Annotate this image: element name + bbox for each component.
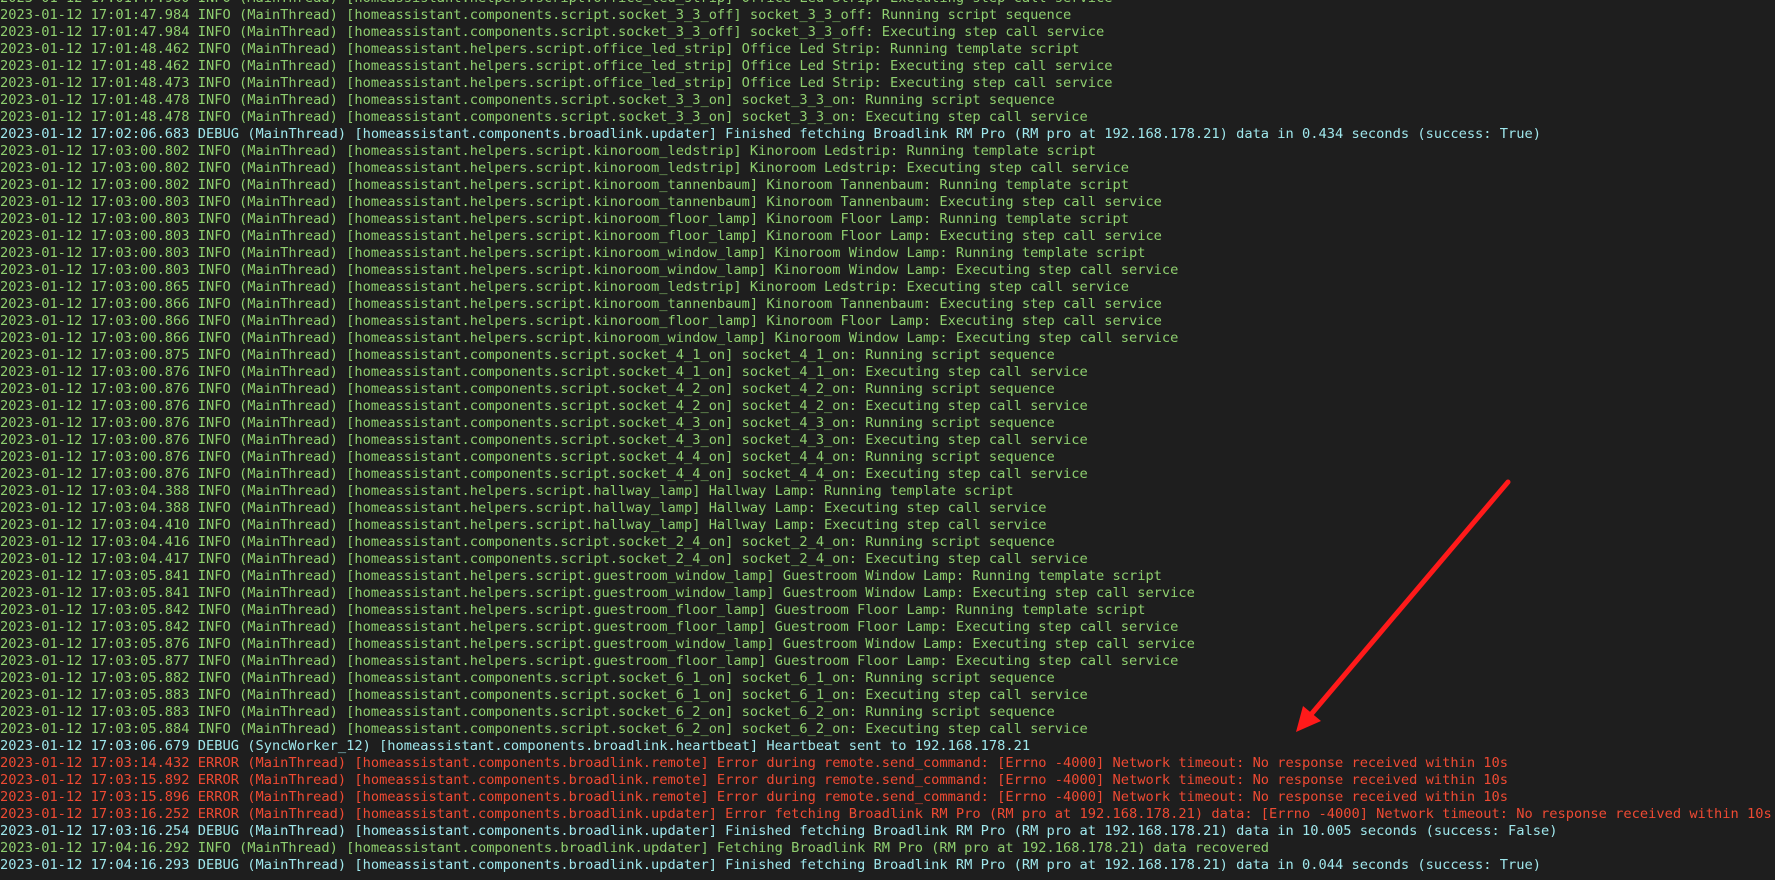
log-line: 2023-01-12 17:03:00.876 INFO (MainThread… <box>0 449 1055 465</box>
log-line: 2023-01-12 17:03:05.877 INFO (MainThread… <box>0 653 1179 669</box>
log-line: 2023-01-12 17:03:05.883 INFO (MainThread… <box>0 704 1055 720</box>
log-line: 2023-01-12 17:03:04.388 INFO (MainThread… <box>0 483 1014 499</box>
log-line: 2023-01-12 17:03:16.252 ERROR (MainThrea… <box>0 806 1772 822</box>
log-line: 2023-01-12 17:01:47.984 INFO (MainThread… <box>0 7 1072 23</box>
log-line: 2023-01-12 17:03:05.841 INFO (MainThread… <box>0 585 1195 601</box>
log-line: 2023-01-12 17:01:48.473 INFO (MainThread… <box>0 75 1113 91</box>
log-line: 2023-01-12 17:03:04.410 INFO (MainThread… <box>0 517 1047 533</box>
log-line: 2023-01-12 17:03:00.803 INFO (MainThread… <box>0 245 1146 261</box>
log-line: 2023-01-12 17:03:06.679 DEBUG (SyncWorke… <box>0 738 1031 754</box>
log-line: 2023-01-12 17:03:15.896 ERROR (MainThrea… <box>0 789 1509 805</box>
log-line: 2023-01-12 17:03:00.876 INFO (MainThread… <box>0 415 1055 431</box>
log-line: 2023-01-12 17:01:48.462 INFO (MainThread… <box>0 58 1113 74</box>
log-line: 2023-01-12 17:03:00.803 INFO (MainThread… <box>0 194 1162 210</box>
log-line: 2023-01-12 17:03:04.416 INFO (MainThread… <box>0 534 1055 550</box>
log-line: 2023-01-12 17:01:48.462 INFO (MainThread… <box>0 41 1080 57</box>
log-line: 2023-01-12 17:03:00.803 INFO (MainThread… <box>0 211 1129 227</box>
log-line: 2023-01-12 17:03:00.802 INFO (MainThread… <box>0 160 1129 176</box>
log-line: 2023-01-12 17:03:05.841 INFO (MainThread… <box>0 568 1162 584</box>
log-line: 2023-01-12 17:04:16.293 DEBUG (MainThrea… <box>0 857 1541 873</box>
log-line: 2023-01-12 17:03:00.865 INFO (MainThread… <box>0 279 1129 295</box>
log-line: 2023-01-12 17:03:00.866 INFO (MainThread… <box>0 313 1162 329</box>
log-line: 2023-01-12 17:03:00.875 INFO (MainThread… <box>0 347 1055 363</box>
log-output: 2023-01-12 17:01:47.980 INFO (MainThread… <box>0 0 1772 874</box>
log-line: 2023-01-12 17:03:00.802 INFO (MainThread… <box>0 177 1129 193</box>
log-line: 2023-01-12 17:01:48.478 INFO (MainThread… <box>0 109 1088 125</box>
log-line: 2023-01-12 17:03:00.876 INFO (MainThread… <box>0 398 1088 414</box>
log-line: 2023-01-12 17:01:47.980 INFO (MainThread… <box>0 0 1772 7</box>
log-line: 2023-01-12 17:03:05.883 INFO (MainThread… <box>0 687 1088 703</box>
log-line: 2023-01-12 17:01:47.984 INFO (MainThread… <box>0 24 1105 40</box>
log-line: 2023-01-12 17:02:06.683 DEBUG (MainThrea… <box>0 126 1541 142</box>
log-line: 2023-01-12 17:03:05.884 INFO (MainThread… <box>0 721 1088 737</box>
log-line: 2023-01-12 17:03:16.254 DEBUG (MainThrea… <box>0 823 1558 839</box>
log-line: 2023-01-12 17:03:05.842 INFO (MainThread… <box>0 602 1146 618</box>
log-line: 2023-01-12 17:04:16.292 INFO (MainThread… <box>0 840 1270 856</box>
log-line: 2023-01-12 17:03:00.876 INFO (MainThread… <box>0 364 1088 380</box>
log-line: 2023-01-12 17:03:14.432 ERROR (MainThrea… <box>0 755 1509 771</box>
log-line: 2023-01-12 17:03:00.866 INFO (MainThread… <box>0 330 1179 346</box>
log-line: 2023-01-12 17:01:48.478 INFO (MainThread… <box>0 92 1055 108</box>
log-line: 2023-01-12 17:03:00.876 INFO (MainThread… <box>0 466 1088 482</box>
log-line: 2023-01-12 17:03:00.802 INFO (MainThread… <box>0 143 1096 159</box>
log-line: 2023-01-12 17:03:00.803 INFO (MainThread… <box>0 262 1179 278</box>
log-line: 2023-01-12 17:03:15.892 ERROR (MainThrea… <box>0 772 1509 788</box>
log-line: 2023-01-12 17:03:04.417 INFO (MainThread… <box>0 551 1088 567</box>
log-line: 2023-01-12 17:03:00.803 INFO (MainThread… <box>0 228 1162 244</box>
log-line: 2023-01-12 17:03:00.876 INFO (MainThread… <box>0 381 1055 397</box>
log-line: 2023-01-12 17:03:05.882 INFO (MainThread… <box>0 670 1055 686</box>
log-line: 2023-01-12 17:03:05.842 INFO (MainThread… <box>0 619 1179 635</box>
log-line: 2023-01-12 17:03:00.866 INFO (MainThread… <box>0 296 1162 312</box>
log-line: 2023-01-12 17:03:05.876 INFO (MainThread… <box>0 636 1195 652</box>
log-line: 2023-01-12 17:03:00.876 INFO (MainThread… <box>0 432 1088 448</box>
log-line: 2023-01-12 17:03:04.388 INFO (MainThread… <box>0 500 1047 516</box>
